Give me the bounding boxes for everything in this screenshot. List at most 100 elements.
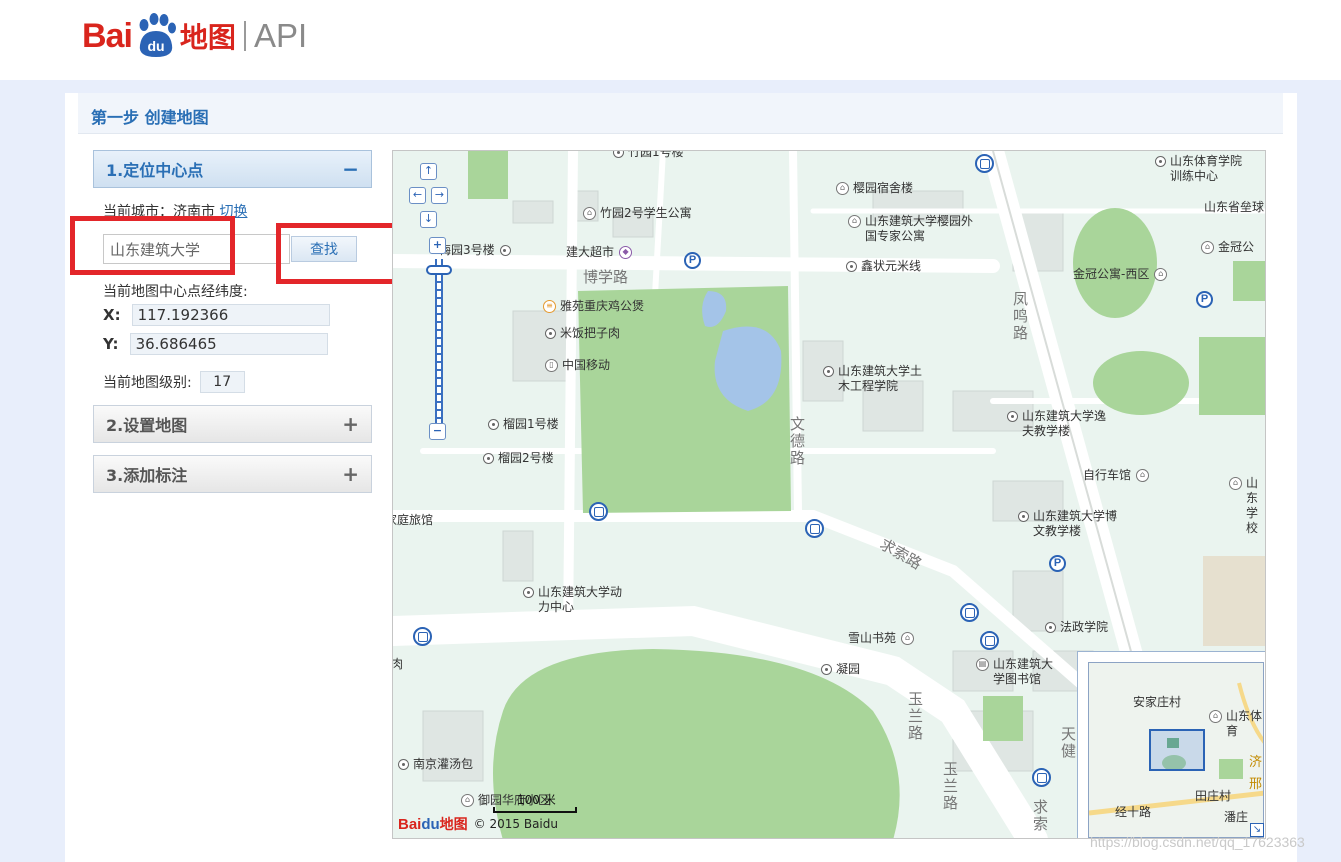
pan-left-icon[interactable]: ← — [409, 187, 426, 204]
highlight-box-input — [70, 216, 235, 275]
parking-icon[interactable]: P — [1196, 291, 1213, 308]
poi-jinguan-west[interactable]: 金冠公寓-西区 ⌂ — [1073, 267, 1171, 282]
map-canvas[interactable]: 博学路 凤鸣路 文德路 求索路 玉兰路 玉兰路 天健 求索 竹园1号楼 ⌂ 樱园宿… — [392, 150, 1266, 839]
bus-stop-icon[interactable] — [980, 631, 999, 650]
collapse-icon[interactable]: − — [342, 157, 359, 181]
poi-meiyuan-3[interactable]: 梅园3号楼 — [439, 243, 515, 258]
poi-dot-icon — [613, 151, 624, 158]
poi-mifan[interactable]: 米饭把子肉 — [545, 326, 620, 341]
poi-power-center[interactable]: 山东建筑大学动力中心 — [523, 585, 633, 615]
accordion-locate-center[interactable]: 1.定位中心点 − — [93, 150, 372, 188]
poi-zhuyuan-2[interactable]: ⌂ 竹园2号学生公寓 — [583, 206, 692, 221]
dorm-icon: ⌂ — [836, 182, 849, 195]
overview-label-xing: 邢 — [1249, 777, 1263, 792]
overview-label-ji: 济 — [1249, 755, 1263, 770]
zoom-in-icon[interactable]: + — [429, 237, 446, 254]
poi-zhuyuan-1[interactable]: 竹园1号楼 — [613, 151, 684, 160]
zoom-slider[interactable] — [435, 259, 443, 423]
bus-stop-icon[interactable] — [589, 502, 608, 521]
parking-icon[interactable]: P — [684, 252, 701, 269]
accordion-label: 3.添加标注 — [106, 466, 188, 485]
poi-nanjing-soup[interactable]: 南京灌汤包 — [398, 757, 473, 772]
parking-icon[interactable]: P — [1049, 555, 1066, 572]
poi-bowen-building[interactable]: 山东建筑大学博文教学楼 — [1018, 509, 1128, 539]
expand-icon[interactable]: + — [342, 462, 359, 486]
bus-stop-icon[interactable] — [975, 154, 994, 173]
zoom-handle[interactable] — [426, 265, 452, 275]
poi-shandong-school[interactable]: ⌂ 山东学校 — [1229, 476, 1265, 536]
poi-softball[interactable]: 山东省垒球 — [1204, 200, 1264, 215]
accordion-set-map[interactable]: 2.设置地图 + — [93, 405, 372, 443]
overview-label-tianzhuang: 田庄村 — [1195, 789, 1232, 803]
dorm-icon: ⌂ — [901, 632, 915, 645]
overview-map[interactable]: 安家庄村 ⌂ 山东体育 济 邢 田庄村 经十路 潘庄 ↘ — [1077, 651, 1265, 838]
poi-xueshan-books[interactable]: 雪山书苑 ⌂ — [848, 631, 918, 646]
overview-label-jingshi-road: 经十路 — [1115, 805, 1152, 819]
step-title: 第一步 创建地图 — [91, 108, 209, 127]
poi-supermarket[interactable]: 建大超市 ◆ — [566, 245, 636, 260]
poi-dot-icon — [398, 759, 409, 770]
step-header: 第一步 创建地图 — [78, 93, 1283, 134]
poi-law-school[interactable]: 法政学院 — [1045, 620, 1108, 635]
overview-viewport[interactable] — [1149, 729, 1205, 771]
y-value[interactable]: 36.686465 — [129, 333, 328, 355]
y-label: Y: — [103, 335, 119, 353]
road-label-wende: 文德路 — [790, 415, 806, 467]
poi-yingyuan-dorm[interactable]: ⌂ 樱园宿舍楼 — [836, 181, 913, 196]
expand-icon[interactable]: + — [342, 412, 359, 436]
bus-stop-icon[interactable] — [1032, 768, 1051, 787]
dorm-icon: ⌂ — [461, 794, 474, 807]
dorm-icon: ⌂ — [1154, 268, 1168, 281]
poi-jinguan[interactable]: ⌂ 金冠公 — [1201, 240, 1254, 255]
bus-stop-icon[interactable] — [413, 627, 432, 646]
baidu-paw-icon: du — [134, 13, 178, 59]
pan-down-icon[interactable]: ↓ — [420, 211, 437, 228]
pan-up-icon[interactable]: ↑ — [420, 163, 437, 180]
zoom-out-icon[interactable]: − — [429, 423, 446, 440]
x-value[interactable]: 117.192366 — [131, 304, 330, 326]
highlight-box-button — [276, 223, 401, 284]
poi-bike-hall[interactable]: 自行车馆 ⌂ — [1083, 468, 1153, 483]
logo-du-text: du — [147, 38, 164, 54]
baidu-map-mini-logo: Baidu地图 — [398, 816, 468, 833]
poi-rou[interactable]: 肉 — [393, 657, 403, 672]
poi-ningyuan[interactable]: 凝园 — [821, 662, 860, 677]
road-label-tianjian: 天健 — [1061, 725, 1077, 760]
level-value[interactable]: 17 — [199, 371, 245, 393]
poi-yingyuan-expert[interactable]: ⌂ 山东建筑大学樱园外国专家公寓 — [848, 214, 983, 244]
road-label-yulan-2: 玉兰路 — [943, 760, 959, 812]
poi-family-inn[interactable]: 家庭旅馆 — [393, 513, 433, 528]
logo-separator — [243, 21, 246, 51]
poi-library[interactable]: ▤ 山东建筑大学图书馆 — [976, 657, 1056, 687]
bus-stop-icon[interactable] — [805, 519, 824, 538]
poi-yayuan[interactable]: ≡ 雅苑重庆鸡公煲 — [543, 299, 644, 314]
x-label: X: — [103, 306, 121, 324]
dorm-icon: ⌂ — [583, 207, 596, 220]
poi-yifu-building[interactable]: 山东建筑大学逸夫教学楼 — [1007, 409, 1117, 439]
bus-stop-icon[interactable] — [960, 603, 979, 622]
poi-liuyuan-1[interactable]: 榴园1号楼 — [488, 417, 559, 432]
poi-dot-icon — [1045, 622, 1056, 633]
zoom-control: ↑ ← → ↓ + − — [405, 163, 452, 448]
accordion-label: 1.定位中心点 — [106, 161, 204, 180]
poi-sports-training[interactable]: 山东体育学院训练中心 — [1155, 154, 1250, 184]
library-icon: ▤ — [976, 658, 989, 671]
poi-china-mobile[interactable]: ▯ 中国移动 — [545, 358, 610, 373]
pan-right-icon[interactable]: → — [431, 187, 448, 204]
baidu-map-api-logo[interactable]: Bai du 地图 API — [82, 8, 307, 64]
map-copyright: Baidu地图 © 2015 Baidu — [398, 813, 558, 835]
poi-dot-icon — [523, 587, 534, 598]
poi-xinzhuangyuan[interactable]: 鑫状元米线 — [846, 259, 921, 274]
poi-dot-icon — [821, 664, 832, 675]
poi-dot-icon — [499, 245, 511, 256]
level-label: 当前地图级别: — [103, 375, 192, 391]
poi-dot-icon — [545, 328, 556, 339]
accordion-add-marker[interactable]: 3.添加标注 + — [93, 455, 372, 493]
poi-civil-eng[interactable]: 山东建筑大学土木工程学院 — [823, 364, 933, 394]
poi-liuyuan-2[interactable]: 榴园2号楼 — [483, 451, 554, 466]
overview-map-inner: 安家庄村 ⌂ 山东体育 济 邢 田庄村 经十路 潘庄 — [1088, 662, 1264, 838]
shop-icon: ◆ — [619, 246, 633, 259]
dorm-icon: ⌂ — [1209, 710, 1222, 723]
blog-watermark: https://blog.csdn.net/qq_17623363 — [1090, 834, 1305, 850]
road-label-boxue: 博学路 — [583, 268, 629, 286]
